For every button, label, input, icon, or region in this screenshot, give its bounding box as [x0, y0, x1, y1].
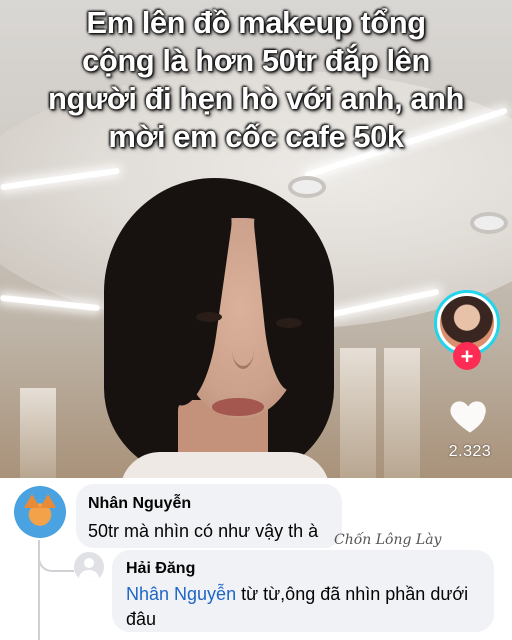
reply-text-body: từ từ,ông đã nhìn phần dưới [236, 584, 469, 604]
person-nose [232, 330, 254, 369]
person-eye [276, 318, 302, 328]
comments-section: Nhân Nguyễn 50tr mà nhìn có như vậy th à… [0, 478, 512, 640]
comment-bubble: Nhân Nguyễn 50tr mà nhìn có như vậy th à [76, 484, 342, 548]
reply-text: Nhân Nguyễn từ từ,ông đã nhìn phần dưới [126, 582, 468, 607]
follow-button[interactable]: + [453, 342, 481, 370]
cat-ear [24, 494, 40, 508]
heart-icon[interactable] [448, 394, 492, 438]
reply-text-line2: đâu [126, 609, 157, 629]
mention-link[interactable]: Nhân Nguyễn [126, 584, 236, 604]
caption-line: người đi hẹn hò với anh, anh [48, 81, 464, 116]
reply-bubble: Hải Đăng Nhân Nguyễn từ từ,ông đã nhìn p… [112, 550, 494, 632]
plus-icon: + [460, 344, 474, 369]
wall-panel [340, 348, 376, 478]
caption-line: cộng là hơn 50tr đắp lên [82, 43, 430, 78]
caption-line: mời em cốc cafe 50k [108, 119, 404, 154]
person-lips [212, 398, 264, 416]
video-caption: Em lên đồ makeup tổng cộng là hơn 50tr đ… [0, 4, 512, 156]
wall-panel [384, 348, 420, 478]
comment-author[interactable]: Nhân Nguyễn [88, 495, 191, 513]
person-eye [196, 312, 222, 322]
ceiling-spotlight [288, 176, 326, 198]
like-count: 2.323 [448, 443, 492, 460]
commenter-avatar[interactable] [14, 486, 66, 538]
wall-panel [20, 388, 56, 478]
ceiling-spotlight [470, 212, 508, 234]
default-avatar-icon[interactable] [74, 552, 104, 582]
caption-line: Em lên đồ makeup tổng [86, 5, 426, 40]
thread-connector [38, 540, 74, 572]
cat-ear [40, 494, 56, 508]
person-shirt [120, 452, 330, 478]
comment-text: 50tr mà nhìn có như vậy th à [88, 521, 319, 541]
watermark: Chốn Lông Lày [334, 532, 442, 548]
reply-author[interactable]: Hải Đăng [126, 560, 195, 578]
video-frame[interactable]: Em lên đồ makeup tổng cộng là hơn 50tr đ… [0, 0, 512, 478]
